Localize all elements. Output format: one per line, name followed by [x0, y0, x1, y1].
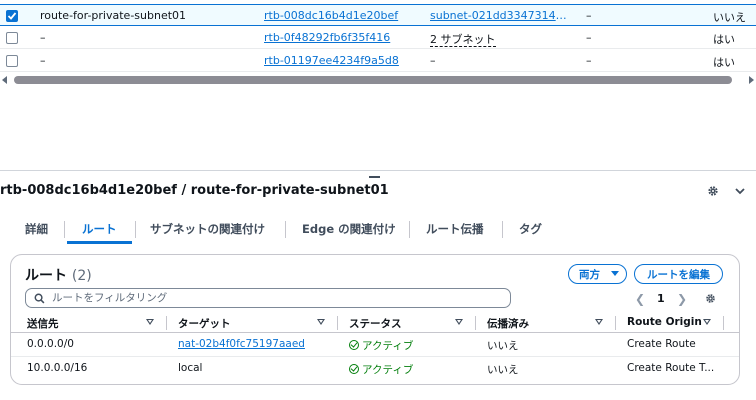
scroll-right-icon[interactable] — [749, 76, 754, 84]
caret-down-icon — [611, 271, 619, 276]
next-page-icon[interactable]: ❯ — [677, 292, 687, 306]
horizontal-scrollbar[interactable] — [0, 73, 756, 87]
tab-divider — [135, 221, 136, 238]
route-filter-label: 両方 — [579, 269, 600, 281]
sort-icon[interactable] — [703, 319, 711, 325]
sort-icon[interactable] — [455, 319, 463, 325]
route-table-list: route-for-private-subnet01 rtb-008dc16b4… — [0, 0, 756, 170]
routes-table-header: 送信先 ターゲット ステータス 伝播済み Route Origin — [11, 313, 739, 333]
resize-handle-icon[interactable] — [369, 176, 380, 178]
route-status: アクティブ — [349, 362, 413, 377]
route-table-name: – — [40, 31, 46, 44]
tab-tags[interactable]: タグ — [519, 221, 542, 237]
column-resizer[interactable] — [166, 316, 167, 330]
route-status-label: アクティブ — [362, 364, 414, 376]
split-panel-divider[interactable] — [0, 170, 756, 178]
route-table-name: – — [40, 54, 46, 67]
scroll-left-icon[interactable] — [2, 76, 7, 84]
tab-routes[interactable]: ルート — [82, 221, 117, 237]
routes-title: ルート — [25, 268, 67, 284]
column-resizer[interactable] — [337, 316, 338, 330]
main-flag: はい — [713, 56, 735, 69]
route-destination: 0.0.0.0/0 — [27, 338, 74, 350]
route-table-id-link[interactable]: rtb-008dc16b4d1e20bef — [264, 9, 414, 22]
route-destination: 10.0.0.0/16 — [27, 362, 88, 374]
settings-gear-icon[interactable] — [706, 184, 720, 201]
route-table-id-link[interactable]: rtb-0f48292fb6f35f416 — [264, 31, 414, 44]
tab-divider — [285, 221, 286, 238]
explicit-subnet-link[interactable]: subnet-021dd334731431... — [430, 9, 570, 22]
table-row: 0.0.0.0/0 nat-02b4f0fc75197aaed アクティブ いい… — [11, 333, 739, 357]
tab-details[interactable]: 詳細 — [25, 221, 48, 237]
tab-edge-associations[interactable]: Edge の関連付け — [302, 221, 396, 237]
route-origin: Create Route T... — [627, 362, 715, 374]
column-header-route-origin[interactable]: Route Origin — [627, 316, 702, 328]
route-target-link[interactable]: nat-02b4f0fc75197aaed — [178, 338, 305, 350]
chevron-down-icon[interactable] — [734, 185, 746, 200]
route-origin: Create Route — [627, 338, 696, 350]
details-title: rtb-008dc16b4d1e20bef / route-for-privat… — [0, 183, 389, 198]
previous-page-icon[interactable]: ❮ — [635, 292, 645, 306]
column-resizer[interactable] — [615, 316, 616, 330]
sort-icon[interactable] — [595, 319, 603, 325]
status-success-icon — [349, 364, 359, 374]
route-table-id-link[interactable]: rtb-01197ee4234f9a5d8 — [264, 54, 414, 67]
sort-icon[interactable] — [146, 319, 154, 325]
sort-icon[interactable] — [317, 319, 325, 325]
route-table-row[interactable]: – rtb-01197ee4234f9a5d8 – – はい — [0, 50, 756, 72]
column-resizer[interactable] — [475, 316, 476, 330]
main-flag: いいえ — [713, 11, 746, 24]
page-number[interactable]: 1 — [657, 292, 665, 305]
scrollbar-thumb[interactable] — [14, 76, 732, 84]
explicit-subnet-popover[interactable]: 2 サブネット — [430, 31, 570, 47]
route-table-row[interactable]: route-for-private-subnet01 rtb-008dc16b4… — [0, 4, 756, 26]
edit-routes-button[interactable]: ルートを編集 — [634, 264, 723, 284]
tab-divider — [502, 221, 503, 238]
tab-divider — [409, 221, 410, 238]
route-status: アクティブ — [349, 338, 413, 353]
route-search-input[interactable] — [52, 291, 492, 305]
route-propagated: いいえ — [487, 340, 519, 352]
route-status-label: アクティブ — [362, 340, 414, 352]
edge-association: – — [586, 9, 592, 22]
explicit-subnet-association: – — [430, 54, 436, 67]
column-header-status[interactable]: ステータス — [349, 316, 402, 331]
route-table-name: route-for-private-subnet01 — [40, 9, 187, 22]
main-flag: はい — [713, 33, 735, 46]
route-table-row[interactable]: – rtb-0f48292fb6f35f416 2 サブネット – はい — [0, 27, 756, 49]
route-search[interactable] — [25, 288, 511, 308]
status-success-icon — [349, 340, 359, 350]
edge-association: – — [586, 31, 592, 44]
table-row: 10.0.0.0/16 local アクティブ いいえ Create Route… — [11, 357, 739, 381]
routes-count: (2) — [71, 268, 92, 284]
tab-subnet-associations[interactable]: サブネットの関連付け — [150, 221, 265, 237]
row-checkbox[interactable] — [6, 55, 18, 67]
check-icon — [7, 12, 17, 20]
explicit-subnet-count[interactable]: 2 サブネット — [430, 33, 496, 47]
search-icon — [34, 293, 45, 307]
routes-panel: ルート (2) 両方 ルートを編集 ❮ 1 ❯ 送信先 ターゲット ステータス … — [10, 254, 740, 385]
tab-route-propagation[interactable]: ルート伝播 — [426, 221, 484, 237]
column-header-propagated[interactable]: 伝播済み — [487, 316, 529, 331]
column-header-target[interactable]: ターゲット — [178, 316, 231, 331]
tab-divider — [64, 221, 65, 238]
routes-heading: ルート (2) — [25, 265, 92, 285]
row-checkbox[interactable] — [6, 10, 18, 22]
edge-association: – — [586, 54, 592, 67]
row-checkbox[interactable] — [6, 32, 18, 44]
route-filter-dropdown[interactable]: 両方 — [568, 264, 627, 284]
table-settings-gear-icon[interactable] — [704, 292, 717, 308]
column-resizer[interactable] — [723, 316, 724, 330]
detail-tabs: 詳細 ルート サブネットの関連付け Edge の関連付け ルート伝播 タグ — [0, 214, 756, 244]
active-tab-indicator — [67, 241, 132, 244]
column-header-destination[interactable]: 送信先 — [27, 316, 59, 331]
route-target: local — [178, 362, 203, 374]
route-propagated: いいえ — [487, 364, 519, 376]
